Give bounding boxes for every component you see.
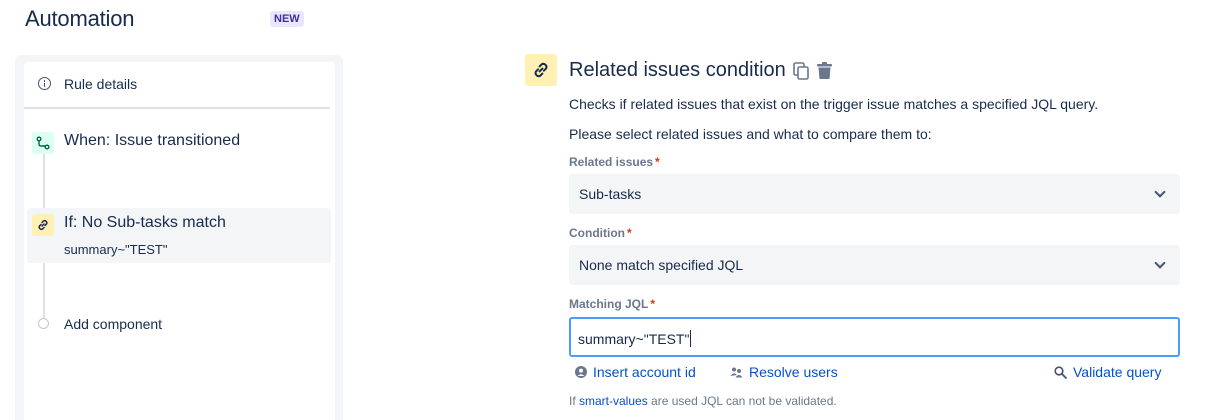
condition-label: Condition * bbox=[569, 226, 632, 240]
user-circle-icon bbox=[575, 366, 587, 378]
trash-icon[interactable] bbox=[816, 62, 833, 80]
matching-jql-label: Matching JQL * bbox=[569, 297, 656, 311]
required-marker: * bbox=[626, 226, 632, 240]
step-condition-subtitle: summary~"TEST" bbox=[64, 242, 168, 257]
condition-select[interactable]: None match specified JQL bbox=[569, 245, 1180, 285]
add-component-label: Add component bbox=[64, 316, 163, 332]
chevron-down-icon bbox=[1154, 186, 1166, 198]
step-condition[interactable]: If: No Sub-tasks match summary~"TEST" bbox=[27, 208, 331, 263]
rule-details-item[interactable]: Rule details bbox=[24, 62, 330, 109]
resolve-users-link[interactable]: Resolve users bbox=[730, 364, 838, 380]
link-icon bbox=[525, 54, 557, 86]
search-icon bbox=[1054, 365, 1067, 379]
page-title: Automation bbox=[25, 6, 135, 31]
step-trigger-title: When: Issue transitioned bbox=[64, 132, 241, 149]
panel-description: Checks if related issues that exist on t… bbox=[569, 96, 1099, 112]
rule-details-label: Rule details bbox=[64, 76, 138, 92]
info-icon bbox=[38, 77, 51, 90]
step-condition-title: If: No Sub-tasks match bbox=[64, 214, 226, 231]
smart-values-link[interactable]: smart-values bbox=[579, 394, 648, 408]
matching-jql-value: summary~"TEST" bbox=[578, 331, 690, 347]
related-issues-value: Sub-tasks bbox=[579, 186, 642, 202]
required-marker: * bbox=[650, 297, 656, 311]
panel-instruction: Please select related issues and what to… bbox=[569, 126, 932, 142]
insert-account-id-link[interactable]: Insert account id bbox=[575, 364, 696, 380]
condition-value: None match specified JQL bbox=[579, 257, 744, 273]
link-icon bbox=[32, 214, 54, 236]
matching-jql-input[interactable]: summary~"TEST" bbox=[569, 317, 1180, 357]
validate-query-link[interactable]: Validate query bbox=[1054, 364, 1161, 380]
jql-hint: If smart-values are used JQL can not be … bbox=[569, 394, 837, 408]
chevron-down-icon bbox=[1154, 257, 1166, 269]
add-component-item[interactable]: Add component bbox=[24, 312, 330, 342]
new-badge: NEW bbox=[270, 11, 304, 27]
trigger-icon bbox=[32, 132, 54, 154]
text-caret bbox=[690, 330, 692, 347]
panel-title: Related issues condition bbox=[569, 59, 786, 81]
step-trigger[interactable]: When: Issue transitioned bbox=[24, 125, 330, 165]
copy-icon[interactable] bbox=[793, 62, 809, 80]
related-issues-label: Related issues * bbox=[569, 155, 660, 169]
related-issues-select[interactable]: Sub-tasks bbox=[569, 174, 1180, 214]
required-marker: * bbox=[655, 155, 660, 169]
users-icon bbox=[730, 367, 743, 378]
add-dot-icon bbox=[38, 318, 49, 329]
